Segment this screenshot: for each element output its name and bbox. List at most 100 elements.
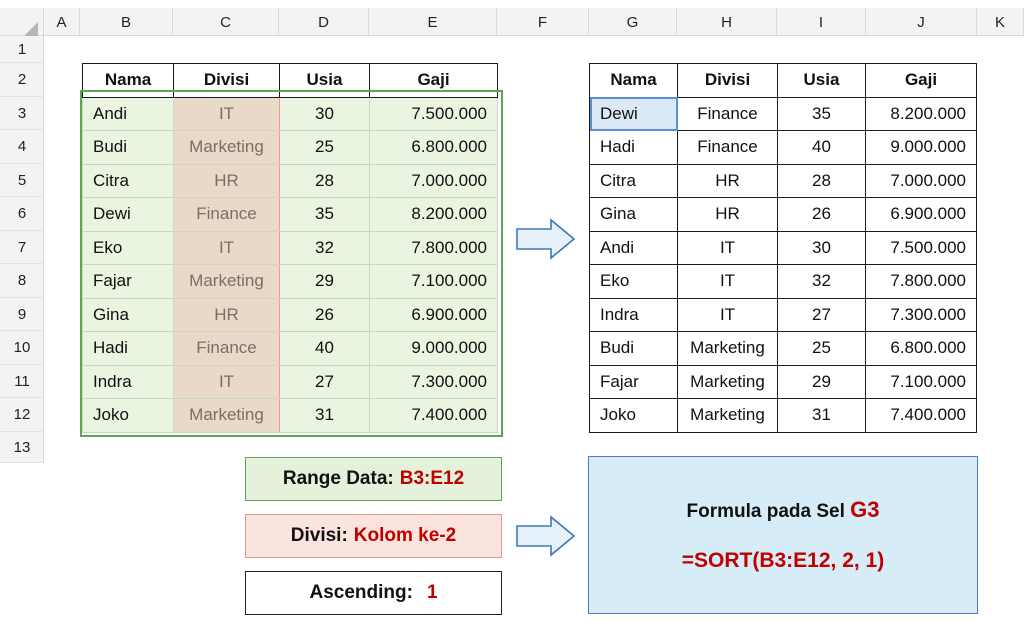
cell-divisi[interactable]: HR <box>677 197 778 232</box>
cell-usia[interactable]: 35 <box>777 96 866 131</box>
row-header-8[interactable]: 8 <box>0 264 44 298</box>
row-header-10[interactable]: 10 <box>0 331 44 365</box>
header-nama[interactable]: Nama <box>589 63 678 98</box>
row-header-4[interactable]: 4 <box>0 130 44 164</box>
cell-nama[interactable]: Hadi <box>82 331 174 366</box>
cell-divisi[interactable]: IT <box>173 230 280 265</box>
cell-divisi[interactable]: Marketing <box>677 364 778 399</box>
cell-divisi[interactable]: Finance <box>173 331 280 366</box>
cell-usia[interactable]: 28 <box>279 163 370 198</box>
cell-nama[interactable]: Budi <box>589 331 678 366</box>
cell-usia[interactable]: 26 <box>777 197 866 232</box>
cell-usia[interactable]: 30 <box>777 230 866 265</box>
cell-gaji[interactable]: 8.200.000 <box>369 197 498 232</box>
header-usia[interactable]: Usia <box>777 63 866 98</box>
cell-divisi[interactable]: IT <box>677 297 778 332</box>
cell-usia[interactable]: 29 <box>279 264 370 299</box>
row-header-1[interactable]: 1 <box>0 36 44 63</box>
cell-divisi[interactable]: IT <box>173 364 280 399</box>
cell-divisi[interactable]: HR <box>677 163 778 198</box>
cell-gaji[interactable]: 6.800.000 <box>369 130 498 165</box>
cell-divisi[interactable]: Marketing <box>173 264 280 299</box>
column-header-a[interactable]: A <box>44 8 80 36</box>
cell-divisi[interactable]: Finance <box>677 130 778 165</box>
cell-nama[interactable]: Budi <box>82 130 174 165</box>
cell-gaji[interactable]: 8.200.000 <box>865 96 977 131</box>
cell-gaji[interactable]: 7.300.000 <box>865 297 977 332</box>
cell-gaji[interactable]: 7.500.000 <box>865 230 977 265</box>
cell-usia[interactable]: 32 <box>777 264 866 299</box>
cell-divisi[interactable]: HR <box>173 163 280 198</box>
cell-gaji[interactable]: 9.000.000 <box>369 331 498 366</box>
cell-nama[interactable]: Andi <box>82 96 174 131</box>
cell-nama[interactable]: Gina <box>82 297 174 332</box>
cell-gaji[interactable]: 6.900.000 <box>369 297 498 332</box>
row-header-6[interactable]: 6 <box>0 198 44 231</box>
cell-gaji[interactable]: 7.300.000 <box>369 364 498 399</box>
header-gaji[interactable]: Gaji <box>865 63 977 98</box>
column-header-h[interactable]: H <box>677 8 777 36</box>
cell-usia[interactable]: 40 <box>777 130 866 165</box>
column-header-f[interactable]: F <box>497 8 589 36</box>
cell-gaji[interactable]: 9.000.000 <box>865 130 977 165</box>
cell-gaji[interactable]: 7.000.000 <box>865 163 977 198</box>
cell-usia[interactable]: 27 <box>279 364 370 399</box>
cell-nama[interactable]: Citra <box>82 163 174 198</box>
row-header-5[interactable]: 5 <box>0 164 44 197</box>
cell-nama[interactable]: Fajar <box>589 364 678 399</box>
cell-gaji[interactable]: 7.100.000 <box>865 364 977 399</box>
column-header-e[interactable]: E <box>369 8 497 36</box>
cell-usia[interactable]: 25 <box>279 130 370 165</box>
cell-divisi[interactable]: IT <box>173 96 280 131</box>
row-header-3[interactable]: 3 <box>0 97 44 130</box>
cell-nama[interactable]: Indra <box>82 364 174 399</box>
cell-gaji[interactable]: 7.400.000 <box>865 398 977 433</box>
cell-nama[interactable]: Hadi <box>589 130 678 165</box>
cell-gaji[interactable]: 7.800.000 <box>369 230 498 265</box>
header-usia[interactable]: Usia <box>279 63 370 98</box>
cell-usia[interactable]: 25 <box>777 331 866 366</box>
cell-divisi[interactable]: Marketing <box>677 398 778 433</box>
cell-gaji[interactable]: 7.100.000 <box>369 264 498 299</box>
cell-nama[interactable]: Joko <box>589 398 678 433</box>
cell-divisi[interactable]: Finance <box>677 96 778 131</box>
cell-gaji[interactable]: 7.400.000 <box>369 398 498 433</box>
cell-divisi[interactable]: Marketing <box>677 331 778 366</box>
cell-nama[interactable]: Gina <box>589 197 678 232</box>
cell-usia[interactable]: 31 <box>777 398 866 433</box>
cell-gaji[interactable]: 7.500.000 <box>369 96 498 131</box>
cell-gaji[interactable]: 6.900.000 <box>865 197 977 232</box>
header-nama[interactable]: Nama <box>82 63 174 98</box>
cell-divisi[interactable]: IT <box>677 264 778 299</box>
cell-usia[interactable]: 28 <box>777 163 866 198</box>
cell-usia[interactable]: 29 <box>777 364 866 399</box>
cell-usia[interactable]: 30 <box>279 96 370 131</box>
cell-usia[interactable]: 27 <box>777 297 866 332</box>
row-header-2[interactable]: 2 <box>0 63 44 97</box>
cell-gaji[interactable]: 6.800.000 <box>865 331 977 366</box>
cell-divisi[interactable]: Finance <box>173 197 280 232</box>
cell-usia[interactable]: 31 <box>279 398 370 433</box>
cell-divisi[interactable]: Marketing <box>173 398 280 433</box>
column-header-c[interactable]: C <box>173 8 279 36</box>
row-header-12[interactable]: 12 <box>0 398 44 432</box>
cell-usia[interactable]: 26 <box>279 297 370 332</box>
cell-nama[interactable]: Dewi <box>589 96 678 131</box>
cell-gaji[interactable]: 7.800.000 <box>865 264 977 299</box>
cell-nama[interactable]: Dewi <box>82 197 174 232</box>
column-header-j[interactable]: J <box>866 8 977 36</box>
row-header-11[interactable]: 11 <box>0 365 44 398</box>
select-all-corner[interactable] <box>0 8 44 38</box>
cell-nama[interactable]: Andi <box>589 230 678 265</box>
cell-nama[interactable]: Eko <box>589 264 678 299</box>
header-gaji[interactable]: Gaji <box>369 63 498 98</box>
header-divisi[interactable]: Divisi <box>173 63 280 98</box>
cell-gaji[interactable]: 7.000.000 <box>369 163 498 198</box>
cell-divisi[interactable]: IT <box>677 230 778 265</box>
cell-nama[interactable]: Eko <box>82 230 174 265</box>
column-header-g[interactable]: G <box>589 8 677 36</box>
row-header-9[interactable]: 9 <box>0 298 44 331</box>
cell-divisi[interactable]: HR <box>173 297 280 332</box>
cell-nama[interactable]: Joko <box>82 398 174 433</box>
cell-nama[interactable]: Fajar <box>82 264 174 299</box>
